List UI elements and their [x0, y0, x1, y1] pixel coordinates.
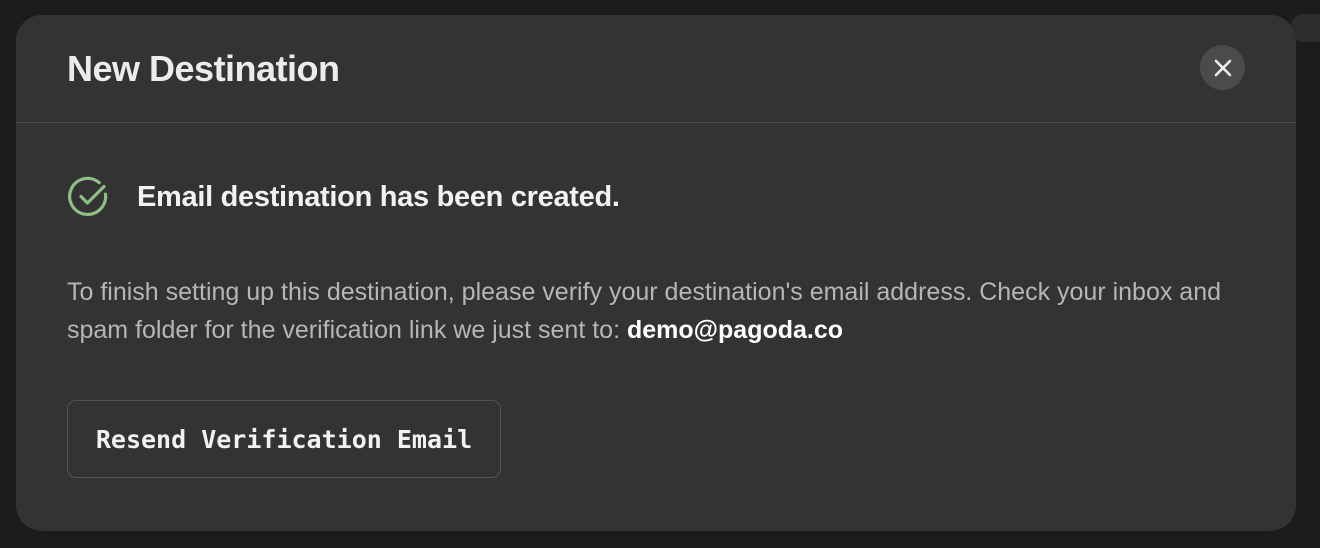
modal-title: New Destination — [67, 48, 340, 89]
close-icon — [1214, 59, 1231, 76]
resend-verification-email-button[interactable]: Resend Verification Email — [67, 400, 501, 478]
check-circle-icon — [68, 176, 108, 216]
destination-email: demo@pagoda.co — [626, 316, 844, 344]
verification-instructions: To finish setting up this destination, p… — [67, 273, 1227, 349]
modal-header: New Destination — [16, 15, 1296, 123]
success-message: Email destination has been created. — [137, 180, 620, 213]
close-button[interactable] — [1200, 45, 1245, 90]
success-message-row: Email destination has been created. — [67, 175, 620, 219]
new-destination-modal: New Destination Email destination has be… — [16, 15, 1296, 531]
